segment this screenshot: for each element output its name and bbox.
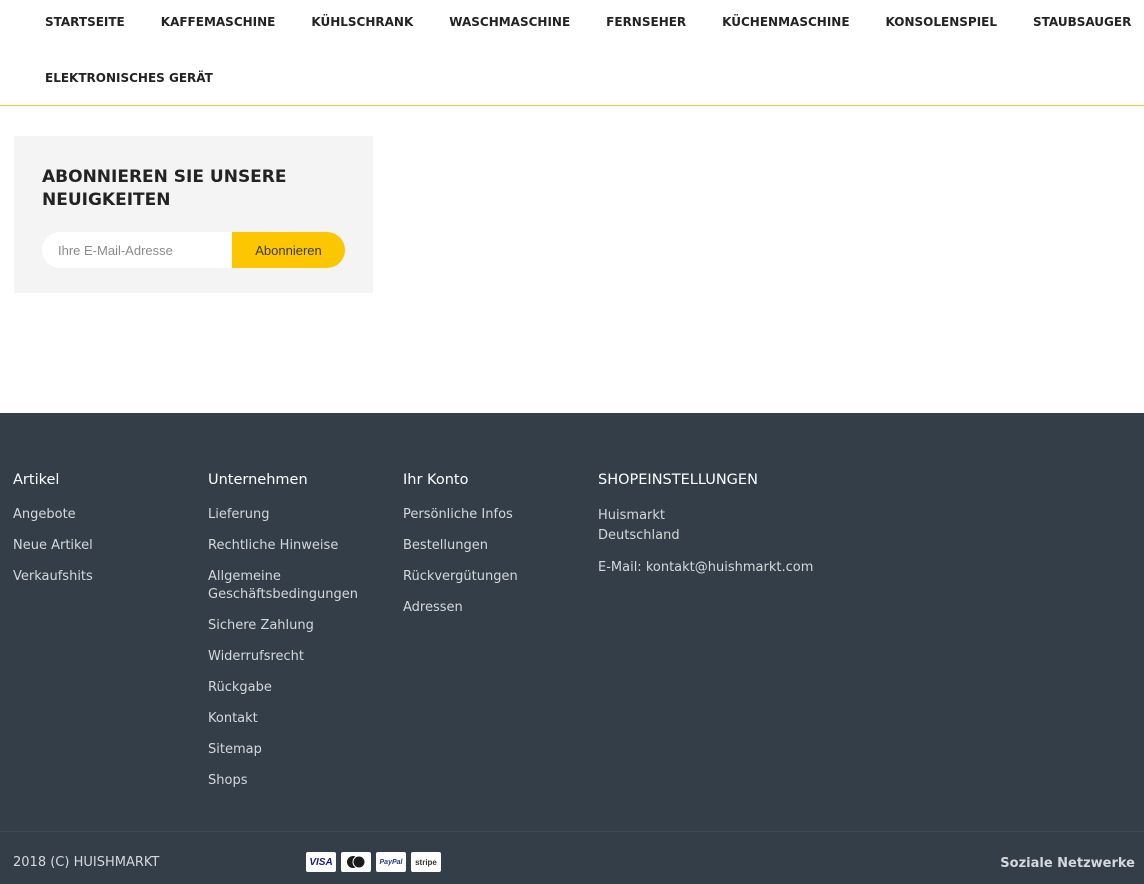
newsletter-title-line2: NEUIGKEITEN <box>42 190 171 210</box>
mastercard-circles <box>347 855 366 869</box>
shop-country: Deutschland <box>598 528 680 543</box>
shop-email[interactable]: E-Mail: kontakt@huishmarkt.com <box>598 558 858 578</box>
paypal-icon: PayPal <box>376 852 406 872</box>
mastercard-icon <box>341 852 371 872</box>
nav-row-1: STARTSEITE KAFFEMASCHINE KÜHLSCHRANK WAS… <box>27 0 1144 44</box>
footer: Artikel Angebote Neue Artikel Verkaufshi… <box>0 413 1144 884</box>
nav-item-elektronisches-geraet[interactable]: ELEKTRONISCHES GERÄT <box>27 71 231 85</box>
footer-link-rechtliche-hinweise[interactable]: Rechtliche Hinweise <box>208 537 388 555</box>
footer-column-unternehmen: Unternehmen Lieferung Rechtliche Hinweis… <box>208 472 388 803</box>
shop-name: Huismarkt <box>598 508 665 523</box>
footer-link-rueckgabe[interactable]: Rückgabe <box>208 679 388 697</box>
copyright-text: 2018 (C) HUISHMARKT <box>13 855 160 870</box>
footer-heading-unternehmen: Unternehmen <box>208 472 308 488</box>
footer-column-konto: Ihr Konto Persönliche Infos Bestellungen… <box>403 472 583 630</box>
footer-link-bestellungen[interactable]: Bestellungen <box>403 537 583 555</box>
payment-icons: VISA PayPal stripe <box>306 852 441 872</box>
visa-icon: VISA <box>306 852 336 872</box>
footer-heading-artikel: Artikel <box>13 472 60 488</box>
footer-link-angebote[interactable]: Angebote <box>13 506 193 524</box>
footer-link-sitemap[interactable]: Sitemap <box>208 741 388 759</box>
main-navigation: STARTSEITE KAFFEMASCHINE KÜHLSCHRANK WAS… <box>0 0 1144 106</box>
stripe-icon: stripe <box>411 852 441 872</box>
nav-item-kuechenmaschine[interactable]: KÜCHENMASCHINE <box>704 15 867 29</box>
footer-link-adressen[interactable]: Adressen <box>403 599 583 617</box>
nav-item-startseite[interactable]: STARTSEITE <box>27 15 143 29</box>
newsletter-title-line1: ABONNIEREN SIE UNSERE <box>42 167 287 187</box>
footer-link-kontakt[interactable]: Kontakt <box>208 710 388 728</box>
footer-link-persoenliche-infos[interactable]: Persönliche Infos <box>403 506 583 524</box>
newsletter-form: Abonnieren <box>42 232 345 268</box>
footer-link-rueckverguetungen[interactable]: Rückvergütungen <box>403 568 583 586</box>
footer-link-lieferung[interactable]: Lieferung <box>208 506 388 524</box>
footer-link-verkaufshits[interactable]: Verkaufshits <box>13 568 193 586</box>
footer-column-artikel: Artikel Angebote Neue Artikel Verkaufshi… <box>13 472 193 599</box>
nav-row-2: ELEKTRONISCHES GERÄT <box>27 56 231 100</box>
footer-link-agb[interactable]: Allgemeine Geschäftsbedingungen <box>208 568 388 604</box>
nav-item-kaffemaschine[interactable]: KAFFEMASCHINE <box>143 15 294 29</box>
nav-item-staubsauger[interactable]: STAUBSAUGER <box>1015 15 1144 29</box>
newsletter-email-input[interactable] <box>42 232 232 268</box>
footer-divider <box>0 831 1144 832</box>
nav-item-waschmaschine[interactable]: WASCHMASCHINE <box>431 15 588 29</box>
nav-item-fernseher[interactable]: FERNSEHER <box>588 15 704 29</box>
newsletter-title: ABONNIEREN SIE UNSERE NEUIGKEITEN <box>42 166 287 212</box>
footer-link-shops[interactable]: Shops <box>208 772 388 790</box>
footer-link-sichere-zahlung[interactable]: Sichere Zahlung <box>208 617 388 635</box>
footer-link-widerrufsrecht[interactable]: Widerrufsrecht <box>208 648 388 666</box>
footer-column-shop: SHOPEINSTELLUNGEN Huismarkt Deutschland … <box>598 472 858 578</box>
social-networks-label[interactable]: Soziale Netzwerke <box>1000 856 1135 871</box>
footer-link-neue-artikel[interactable]: Neue Artikel <box>13 537 193 555</box>
footer-heading-shop: SHOPEINSTELLUNGEN <box>598 472 758 488</box>
newsletter-block: ABONNIEREN SIE UNSERE NEUIGKEITEN Abonni… <box>14 136 373 293</box>
subscribe-button[interactable]: Abonnieren <box>232 232 345 268</box>
footer-heading-konto: Ihr Konto <box>403 472 469 488</box>
nav-item-konsolenspiel[interactable]: KONSOLENSPIEL <box>868 15 1015 29</box>
nav-item-kuehlschrank[interactable]: KÜHLSCHRANK <box>293 15 431 29</box>
